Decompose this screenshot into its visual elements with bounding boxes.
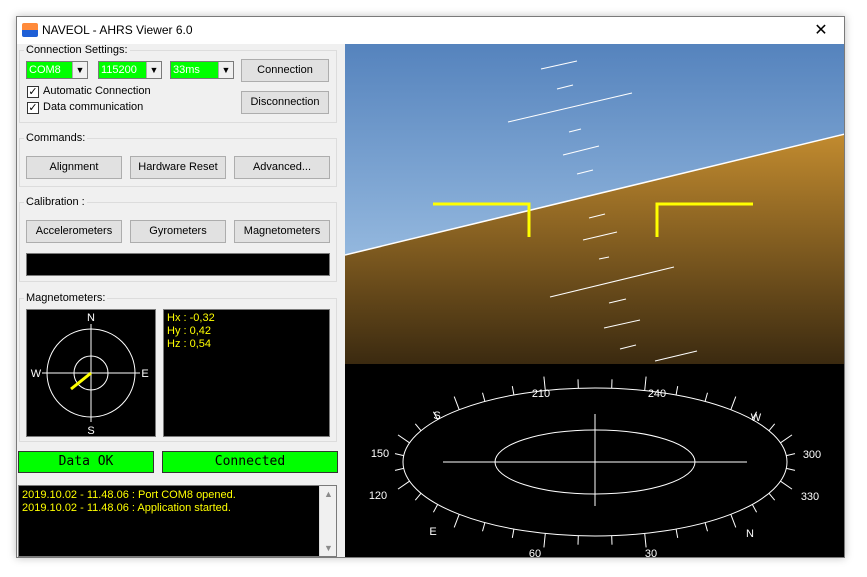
hx-value: Hx : -0,32 (167, 312, 215, 324)
heading-label-210: 210 (532, 388, 550, 400)
hardware-reset-button[interactable]: Hardware Reset (130, 156, 226, 179)
magnetometers-group: Magnetometers: N S E W Hx : -0,32 Hy : 0… (19, 292, 337, 442)
heading-label-60: 60 (529, 548, 541, 558)
disconnection-button[interactable]: Disconnection (241, 91, 329, 114)
heading-label-30: 30 (645, 548, 657, 558)
app-window: NAVEOL - AHRS Viewer 6.0 ✕ Connection Se… (16, 16, 845, 558)
heading-tick (453, 396, 460, 410)
magnetometer-compass-graphic: N S E W (31, 312, 149, 437)
heading-tick (543, 533, 546, 548)
advanced-button[interactable]: Advanced... (234, 156, 330, 179)
heading-tick (704, 522, 708, 532)
magnetometers-title: Magnetometers: (24, 292, 108, 304)
title-bar: NAVEOL - AHRS Viewer 6.0 ✕ (17, 17, 844, 44)
connection-settings-group: Connection Settings: COM8 ▼ 115200 ▼ 33m… (19, 44, 337, 123)
heading-tick (730, 396, 737, 410)
compass-label-w: W (31, 368, 42, 380)
heading-tick (675, 386, 679, 395)
chevron-down-icon: ▼ (218, 62, 233, 78)
heading-tick (786, 467, 796, 471)
heading-tick (394, 467, 404, 471)
accelerometers-button[interactable]: Accelerometers (26, 220, 122, 243)
heading-tick (453, 514, 460, 528)
heading-tick (786, 453, 796, 457)
commands-title: Commands: (24, 132, 88, 144)
heading-label-s: S (433, 410, 440, 422)
connection-button[interactable]: Connection (241, 59, 329, 82)
heading-tick (675, 529, 679, 538)
data-communication-checkbox[interactable]: ✓ (27, 102, 39, 114)
hy-value: Hy : 0,42 (167, 325, 212, 337)
chevron-down-icon: ▼ (72, 62, 87, 78)
attitude-indicator (344, 44, 844, 364)
heading-tick (704, 392, 708, 402)
app-icon (22, 23, 38, 37)
interval-value: 33ms (173, 64, 200, 76)
scroll-up-icon[interactable]: ▲ (320, 489, 337, 499)
heading-label-240: 240 (648, 388, 666, 400)
log-line: 2019.10.02 - 11.48.06 : Application star… (22, 502, 231, 514)
data-status-indicator: Data OK (18, 451, 154, 473)
heading-tick (644, 376, 647, 391)
data-communication-label: Data communication (43, 101, 144, 113)
heading-tick (780, 480, 793, 490)
heading-label-330: 330 (801, 491, 819, 503)
port-select[interactable]: COM8 ▼ (26, 61, 88, 79)
compass-label-e: E (141, 368, 148, 380)
scroll-down-icon[interactable]: ▼ (320, 543, 337, 553)
log-scrollbar[interactable]: ▲ ▼ (319, 486, 336, 556)
hz-value: Hz : 0,54 (167, 338, 212, 350)
heading-label-120: 120 (369, 490, 387, 502)
heading-indicator-graphic: 210 240 S W 150 300 120 330 E N 60 30 (369, 376, 821, 558)
magnetometer-values-panel: Hx : -0,32 Hy : 0,42 Hz : 0,54 (163, 309, 330, 437)
heading-tick (730, 514, 737, 528)
compass-label-n: N (87, 312, 95, 324)
heading-tick (414, 423, 422, 432)
auto-connect-label: Automatic Connection (43, 85, 151, 97)
heading-tick (768, 492, 776, 501)
compass-label-s: S (87, 425, 94, 436)
heading-tick (432, 504, 439, 513)
heading-label-n: N (746, 528, 754, 540)
connection-status-indicator: Connected (162, 451, 338, 473)
heading-tick (482, 522, 486, 532)
connection-settings-title: Connection Settings: (24, 44, 130, 56)
calibration-group: Calibration : Accelerometers Gyrometers … (19, 196, 337, 282)
interval-select[interactable]: 33ms ▼ (170, 61, 234, 79)
calibration-progress-bar (26, 253, 330, 276)
heading-tick (768, 423, 776, 432)
magnetometers-button[interactable]: Magnetometers (234, 220, 330, 243)
attitude-indicator-graphic (344, 44, 844, 364)
commands-group: Commands: Alignment Hardware Reset Advan… (19, 132, 337, 187)
heading-tick (511, 529, 515, 538)
heading-label-300: 300 (803, 449, 821, 461)
chevron-down-icon: ▼ (146, 62, 161, 78)
auto-connect-checkbox[interactable]: ✓ (27, 86, 39, 98)
baud-select[interactable]: 115200 ▼ (98, 61, 162, 79)
heading-label-w: W (751, 412, 762, 424)
window-title: NAVEOL - AHRS Viewer 6.0 (42, 23, 193, 37)
log-panel: 2019.10.02 - 11.48.06 : Port COM8 opened… (18, 485, 337, 557)
alignment-button[interactable]: Alignment (26, 156, 122, 179)
port-value: COM8 (29, 64, 61, 76)
heading-indicator: 210 240 S W 150 300 120 330 E N 60 30 (345, 364, 844, 558)
magnetometer-compass: N S E W (26, 309, 156, 437)
heading-label-150: 150 (371, 448, 389, 460)
heading-tick (644, 533, 647, 548)
heading-label-e: E (429, 526, 436, 538)
log-line: 2019.10.02 - 11.48.06 : Port COM8 opened… (22, 489, 236, 501)
close-button[interactable]: ✕ (798, 17, 844, 44)
heading-tick (397, 480, 410, 490)
heading-tick (780, 434, 793, 444)
calibration-title: Calibration : (24, 196, 87, 208)
gyrometers-button[interactable]: Gyrometers (130, 220, 226, 243)
heading-tick (482, 392, 486, 402)
heading-tick (751, 504, 758, 513)
baud-value: 115200 (101, 64, 137, 76)
heading-tick (397, 434, 410, 444)
heading-tick (414, 492, 422, 501)
heading-tick (511, 386, 515, 395)
heading-tick (394, 453, 404, 457)
